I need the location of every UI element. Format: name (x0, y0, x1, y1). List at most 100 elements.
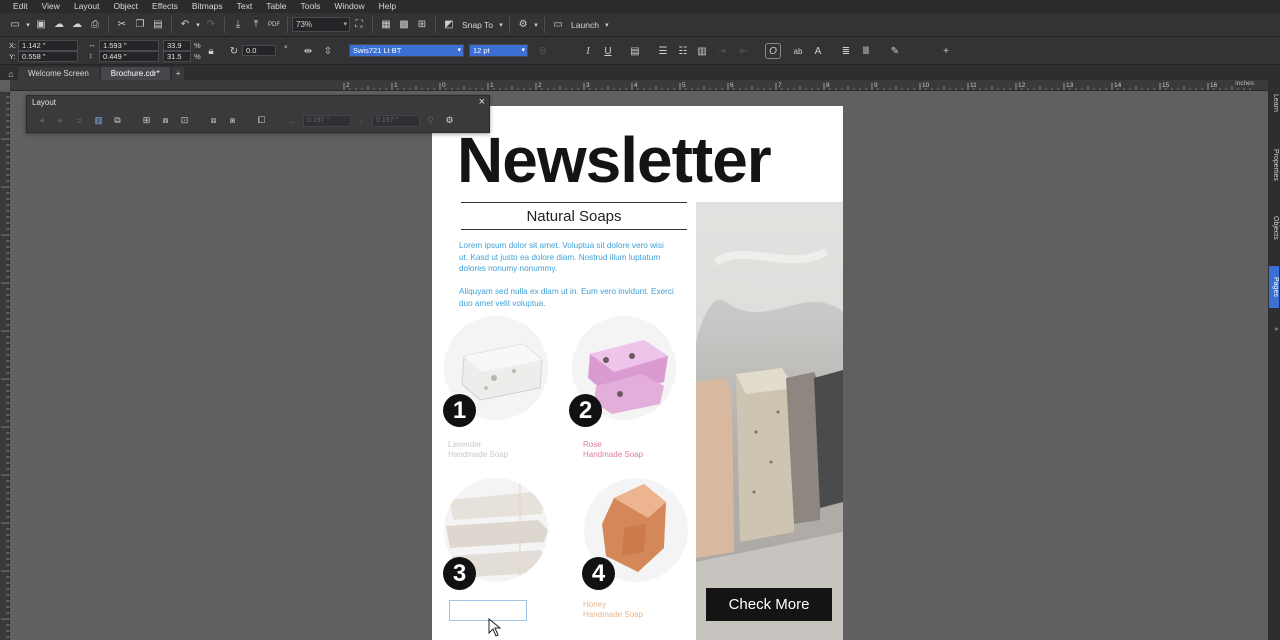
plus-icon[interactable]: + (938, 43, 954, 59)
zoom-to-page-icon[interactable]: ⛶ (350, 16, 368, 34)
document-page[interactable]: Newsletter Natural Soaps Lorem ipsum dol… (432, 106, 843, 640)
product-2-label[interactable]: Rose Handmade Soap (583, 440, 643, 460)
subtitle-text[interactable]: Natural Soaps (461, 208, 687, 225)
font-family-select[interactable]: Swis721 Lt BT ▾ (349, 44, 464, 57)
y-position-field[interactable]: 0.558 " (18, 51, 78, 62)
docker-add-icon[interactable]: + (1269, 323, 1279, 335)
column-layout-icon[interactable]: ▥ (90, 112, 107, 129)
snap-to-icon[interactable]: ◩ (440, 16, 458, 34)
full-screen-preview-icon[interactable]: ▦ (377, 16, 395, 34)
align-objects-icon[interactable]: ⊞ (138, 112, 155, 129)
vertical-text-icon[interactable]: Ⅲ (858, 43, 874, 59)
outdent-icon[interactable]: ⇤ (736, 43, 752, 59)
menu-edit[interactable]: Edit (6, 0, 35, 13)
layout-back-icon[interactable]: ▸ (52, 112, 69, 129)
add-tab-button[interactable]: + (171, 67, 185, 80)
place-in-frame-icon[interactable]: ⧉ (109, 112, 126, 129)
underline-icon[interactable]: U (600, 43, 616, 59)
menu-layout[interactable]: Layout (67, 0, 107, 13)
snap-to-button[interactable]: Snap To (458, 20, 497, 30)
layout-settings-icon[interactable]: ⚙ (441, 112, 458, 129)
product-4-label[interactable]: Honey Handmade Soap (583, 600, 643, 620)
docker-tab-pages[interactable]: Pages (1269, 266, 1279, 308)
distribute-objects-icon[interactable]: ⧇ (157, 112, 174, 129)
menu-text[interactable]: Text (230, 0, 260, 13)
launch-button[interactable]: Launch (567, 20, 603, 30)
layout-toolbar[interactable]: Layout × ◂ ▸ ≡ ▥ ⧉ ⊞ ⧇ ⊡ ⧈ ⧆ ⧠ ↔ 0.197 "… (26, 95, 490, 133)
rotate-icon[interactable]: ↻ (226, 43, 242, 59)
undo-icon[interactable]: ↶ (176, 16, 194, 34)
launch-icon[interactable]: ▭ (549, 16, 567, 34)
text-properties-icon[interactable]: ab (790, 43, 806, 59)
copy-icon[interactable]: ❐ (131, 16, 149, 34)
close-icon[interactable]: × (479, 96, 485, 108)
flow-layout-icon[interactable]: ⧈ (205, 112, 222, 129)
indent-icon[interactable]: ⇥ (714, 43, 730, 59)
layout-move-icon[interactable]: ◂ (33, 112, 50, 129)
mirror-horizontal-icon[interactable]: ⇹ (300, 43, 316, 59)
menu-tools[interactable]: Tools (294, 0, 328, 13)
body-paragraph-2[interactable]: Aliquyam sed nulla ex diam ut in. Eum ve… (459, 286, 674, 309)
numbered-list-icon[interactable]: ☷ (675, 43, 691, 59)
gear-icon[interactable]: ⚙ (514, 16, 532, 34)
horizontal-spacing-icon[interactable]: ↔ (284, 112, 301, 129)
mirror-vertical-icon[interactable]: ⇳ (320, 43, 336, 59)
italic-icon[interactable]: I (580, 43, 596, 59)
group-objects-icon[interactable]: ⊡ (176, 112, 193, 129)
quick-customize-icon[interactable]: ✎ (887, 43, 903, 59)
subtitle-frame[interactable]: Natural Soaps (461, 202, 687, 230)
cloud-upload-icon[interactable]: ☁ (50, 16, 68, 34)
bold-icon[interactable]: B (535, 43, 551, 59)
font-size-select[interactable]: 12 pt ▾ (469, 44, 528, 57)
horizontal-ruler[interactable]: 2 1 0 1 2 3 4 5 6 7 8 9 10 11 12 13 14 15 16 inches (10, 80, 1268, 91)
show-grid-icon[interactable]: ▩ (395, 16, 413, 34)
height-field[interactable]: 0.449 " (99, 51, 159, 62)
redo-icon[interactable]: ↷ (202, 16, 220, 34)
drop-cap-icon[interactable]: ▥ (694, 43, 710, 59)
lock-ratio-icon[interactable]: 🔒︎ (203, 43, 219, 59)
menu-effects[interactable]: Effects (145, 0, 185, 13)
menu-table[interactable]: Table (259, 0, 293, 13)
menu-view[interactable]: View (35, 0, 67, 13)
dropdown-arrow-icon[interactable]: ▾ (24, 16, 32, 34)
layout-menu-icon[interactable]: ≡ (71, 112, 88, 129)
scale-height-field[interactable]: 31.5 (163, 51, 191, 62)
import-icon[interactable]: ⤓ (229, 16, 247, 34)
font-list-icon[interactable]: A (810, 43, 826, 59)
lock-spacing-icon[interactable]: ⚲ (422, 112, 439, 129)
bullet-list-icon[interactable]: ☰ (655, 43, 671, 59)
x-position-field[interactable]: 1.142 " (18, 40, 78, 51)
newsletter-headline[interactable]: Newsletter (457, 122, 772, 198)
open-folder-icon[interactable]: ▭ (6, 16, 24, 34)
menu-object[interactable]: Object (106, 0, 145, 13)
export-icon[interactable]: ⤒ (247, 16, 265, 34)
menu-bitmaps[interactable]: Bitmaps (185, 0, 230, 13)
undo-dropdown-icon[interactable]: ▾ (194, 16, 202, 34)
docker-tab-objects[interactable]: Objects (1269, 205, 1279, 251)
product-1-label[interactable]: Lavender Handmade Soap (448, 440, 508, 460)
width-field[interactable]: 1.593 " (99, 40, 159, 51)
menu-window[interactable]: Window (327, 0, 371, 13)
home-icon[interactable]: ⌂ (4, 67, 18, 80)
vertical-spacing-icon[interactable]: ↕ (353, 112, 370, 129)
rotation-field[interactable]: 0.0 (242, 45, 276, 56)
cut-icon[interactable]: ✂ (113, 16, 131, 34)
hero-soap-photo[interactable] (696, 202, 843, 640)
arrange-icon[interactable]: ⧠ (253, 112, 270, 129)
snap-dropdown-icon[interactable]: ▾ (497, 16, 505, 34)
vertical-ruler[interactable] (0, 90, 10, 640)
docker-tab-properties[interactable]: Properties (1269, 136, 1279, 194)
print-icon[interactable]: ⎙ (86, 16, 104, 34)
save-icon[interactable]: ▣ (32, 16, 50, 34)
publish-pdf-icon[interactable]: PDF (265, 16, 283, 34)
tab-brochure[interactable]: Brochure.cdr* (100, 67, 170, 80)
text-color-icon[interactable]: ▤ (627, 43, 643, 59)
zoom-level-select[interactable]: 73% ▾ (292, 17, 350, 32)
options-dropdown-icon[interactable]: ▾ (532, 16, 540, 34)
opentype-icon[interactable]: O (765, 43, 781, 59)
check-more-button[interactable]: Check More (706, 588, 832, 621)
paste-icon[interactable]: ▤ (149, 16, 167, 34)
scale-width-field[interactable]: 33.9 (163, 40, 191, 51)
vertical-spacing-field[interactable]: 0.197 " (372, 114, 420, 127)
cloud-download-icon[interactable]: ☁ (68, 16, 86, 34)
